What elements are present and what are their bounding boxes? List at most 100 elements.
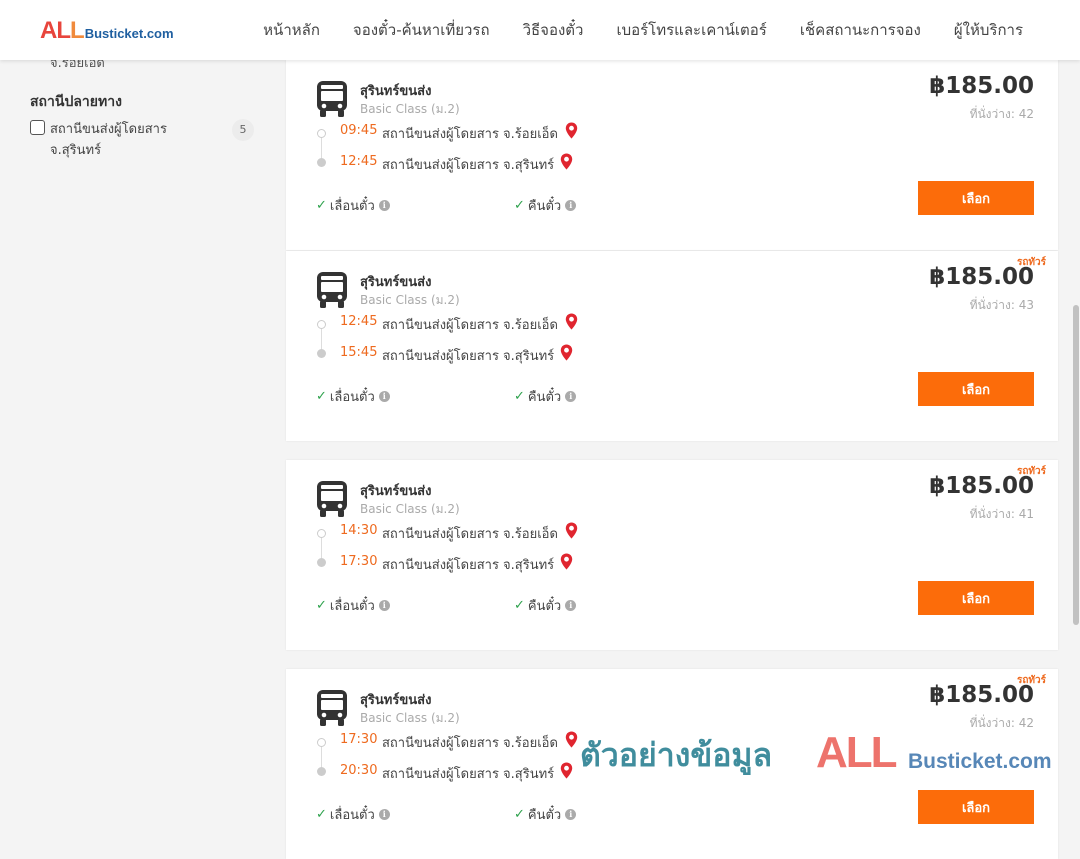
map-pin-icon[interactable]	[560, 153, 573, 170]
destination-checkbox[interactable]	[30, 120, 45, 135]
feature-label: เลื่อนตั๋ว	[329, 599, 375, 614]
feature-label: คืนตั๋ว	[527, 199, 562, 214]
bus-icon	[316, 689, 348, 727]
destination-option-label[interactable]: สถานีขนส่งผู้โดยสาร จ.สุรินทร์	[50, 119, 200, 161]
trip-card: สุรินทร์ขนส่ง Basic Class (ม.2) ฿185.00 ที่…	[286, 60, 1058, 250]
arrive-dot	[317, 558, 326, 567]
arrive-dot	[317, 158, 326, 167]
info-icon[interactable]: i	[565, 200, 577, 211]
bus-class: Basic Class (ม.2)	[360, 711, 460, 725]
map-pin-icon[interactable]	[560, 553, 573, 570]
select-trip-button[interactable]: เลือก	[918, 181, 1034, 215]
feature-refund-ticket: ✓ คืนตั๋ว i	[514, 386, 577, 407]
info-icon[interactable]: i	[565, 391, 577, 402]
feature-change-ticket: ✓ เลื่อนตั๋ว i	[316, 595, 390, 616]
bus-class: Basic Class (ม.2)	[360, 293, 460, 307]
depart-dot	[317, 320, 326, 329]
logo-busticket-text: Busticket.com	[84, 26, 174, 41]
check-icon: ✓	[316, 389, 327, 404]
map-pin-icon[interactable]	[565, 122, 578, 139]
operator-name: สุรินทร์ขนส่ง	[360, 484, 432, 499]
check-icon: ✓	[316, 598, 327, 613]
feature-refund-ticket: ✓ คืนตั๋ว i	[514, 804, 577, 825]
feature-label: เลื่อนตั๋ว	[329, 808, 375, 823]
depart-time: 17:30	[340, 732, 378, 747]
feature-change-ticket: ✓ เลื่อนตั๋ว i	[316, 804, 390, 825]
arrive-time: 15:45	[340, 345, 378, 360]
nav-check-booking[interactable]: เช็คสถานะการจอง	[800, 18, 921, 42]
check-icon: ✓	[514, 198, 525, 213]
feature-change-ticket: ✓ เลื่อนตั๋ว i	[316, 195, 390, 216]
arrive-station: สถานีขนส่งผู้โดยสาร จ.สุรินทร์	[382, 349, 555, 364]
arrive-time: 17:30	[340, 554, 378, 569]
select-trip-button[interactable]: เลือก	[918, 581, 1034, 615]
logo-letter-l1: L	[56, 17, 71, 44]
map-pin-icon[interactable]	[560, 344, 573, 361]
page-scrollbar-thumb[interactable]	[1073, 305, 1079, 625]
main-nav: หน้าหลัก จองตั๋ว-ค้นหาเที่ยวรถ วิธีจองตั…	[230, 0, 1023, 60]
nav-book-search[interactable]: จองตั๋ว-ค้นหาเที่ยวรถ	[353, 18, 490, 42]
depart-station: สถานีขนส่งผู้โดยสาร จ.ร้อยเอ็ด	[382, 736, 558, 751]
top-navbar: A L L Busticket.com หน้าหลัก จองตั๋ว-ค้นหาเ…	[0, 0, 1080, 60]
info-icon[interactable]: i	[378, 600, 390, 611]
arrive-station: สถานีขนส่งผู้โดยสาร จ.สุรินทร์	[382, 767, 555, 782]
nav-operators[interactable]: ผู้ให้บริการ	[954, 18, 1023, 42]
ticket-price: ฿185.00	[929, 682, 1034, 708]
arrive-dot	[317, 349, 326, 358]
depart-time: 09:45	[340, 123, 378, 138]
feature-label: เลื่อนตั๋ว	[329, 390, 375, 405]
destination-filter-title: สถานีปลายทาง	[30, 94, 122, 110]
ticket-price: ฿185.00	[929, 473, 1034, 499]
seats-available: ที่นั่งว่าง: 43	[969, 298, 1034, 312]
trip-card: สุรินทร์ขนส่ง Basic Class (ม.2) รถทัวร์ ฿18…	[286, 460, 1058, 650]
feature-label: คืนตั๋ว	[527, 808, 562, 823]
trip-results-list: สุรินทร์ขนส่ง Basic Class (ม.2) ฿185.00 ที่…	[286, 0, 1058, 859]
ticket-price: ฿185.00	[929, 73, 1034, 99]
map-pin-icon[interactable]	[565, 522, 578, 539]
bus-icon	[316, 80, 348, 118]
logo-letter-l2: L	[70, 17, 85, 44]
feature-label: เลื่อนตั๋ว	[329, 199, 375, 214]
info-icon[interactable]: i	[565, 600, 577, 611]
nav-how-to-book[interactable]: วิธีจองตั๋ว	[523, 18, 584, 42]
bus-class: Basic Class (ม.2)	[360, 102, 460, 116]
ticket-price: ฿185.00	[929, 264, 1034, 290]
seats-available: ที่นั่งว่าง: 41	[969, 507, 1034, 521]
info-icon[interactable]: i	[378, 200, 390, 211]
feature-label: คืนตั๋ว	[527, 599, 562, 614]
bus-icon	[316, 271, 348, 309]
select-trip-button[interactable]: เลือก	[918, 790, 1034, 824]
operator-name: สุรินทร์ขนส่ง	[360, 693, 432, 708]
check-icon: ✓	[514, 389, 525, 404]
depart-dot	[317, 738, 326, 747]
destination-option-count: 5	[232, 119, 254, 141]
feature-label: คืนตั๋ว	[527, 390, 562, 405]
nav-home[interactable]: หน้าหลัก	[263, 18, 320, 42]
map-pin-icon[interactable]	[565, 731, 578, 748]
site-logo[interactable]: A L L Busticket.com	[40, 17, 174, 45]
depart-station: สถานีขนส่งผู้โดยสาร จ.ร้อยเอ็ด	[382, 127, 558, 142]
bus-icon	[316, 480, 348, 518]
arrive-time: 20:30	[340, 763, 378, 778]
feature-change-ticket: ✓ เลื่อนตั๋ว i	[316, 386, 390, 407]
check-icon: ✓	[316, 198, 327, 213]
nav-phone-counter[interactable]: เบอร์โทรและเคาน์เตอร์	[616, 18, 766, 42]
arrive-dot	[317, 767, 326, 776]
logo-letter-a: A	[40, 17, 57, 44]
arrive-station: สถานีขนส่งผู้โดยสาร จ.สุรินทร์	[382, 558, 555, 573]
arrive-time: 12:45	[340, 154, 378, 169]
trip-card: สุรินทร์ขนส่ง Basic Class (ม.2) รถทัวร์ ฿18…	[286, 251, 1058, 441]
map-pin-icon[interactable]	[565, 313, 578, 330]
check-icon: ✓	[316, 807, 327, 822]
depart-dot	[317, 129, 326, 138]
feature-refund-ticket: ✓ คืนตั๋ว i	[514, 195, 577, 216]
seats-available: ที่นั่งว่าง: 42	[969, 716, 1034, 730]
map-pin-icon[interactable]	[560, 762, 573, 779]
depart-station: สถานีขนส่งผู้โดยสาร จ.ร้อยเอ็ด	[382, 318, 558, 333]
info-icon[interactable]: i	[565, 809, 577, 820]
info-icon[interactable]: i	[378, 809, 390, 820]
info-icon[interactable]: i	[378, 391, 390, 402]
seats-available: ที่นั่งว่าง: 42	[969, 107, 1034, 121]
depart-time: 14:30	[340, 523, 378, 538]
select-trip-button[interactable]: เลือก	[918, 372, 1034, 406]
